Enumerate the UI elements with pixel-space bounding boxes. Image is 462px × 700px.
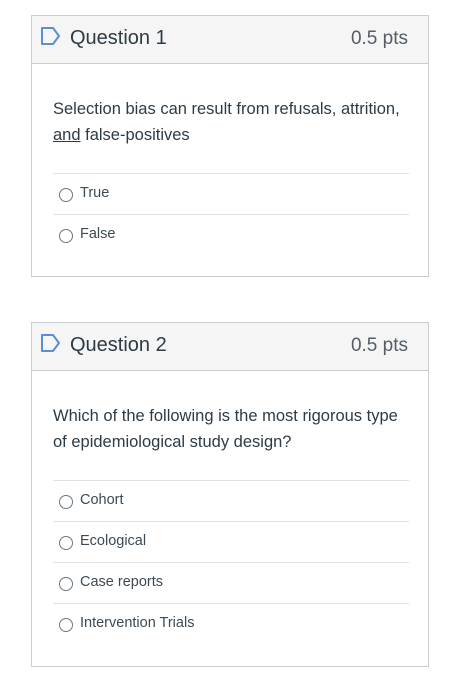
answer-list: True False xyxy=(53,173,409,255)
answer-option[interactable]: False xyxy=(53,214,409,255)
answer-label: True xyxy=(80,185,110,201)
answer-option[interactable]: Cohort xyxy=(53,480,409,521)
answer-label: False xyxy=(80,226,116,242)
question-header: Question 1 0.5 pts xyxy=(32,16,428,64)
answer-label: Cohort xyxy=(80,492,124,508)
question-2: Question 2 0.5 pts Which of the followin… xyxy=(31,322,429,667)
question-text: Selection bias can result from refusals,… xyxy=(53,100,400,144)
radio-button[interactable] xyxy=(59,495,73,509)
question-1: Question 1 0.5 pts Selection bias can re… xyxy=(31,15,429,277)
answer-label: Case reports xyxy=(80,574,164,590)
question-title: Question 2 xyxy=(70,334,167,356)
radio-button[interactable] xyxy=(59,188,73,202)
answer-list: Cohort Ecological Case reports Intervent… xyxy=(53,480,409,644)
radio-button[interactable] xyxy=(59,618,73,632)
radio-button[interactable] xyxy=(59,577,73,591)
radio-button[interactable] xyxy=(59,229,73,243)
question-points: 0.5 pts xyxy=(350,335,408,356)
bookmark-flag-icon[interactable] xyxy=(40,26,62,46)
answer-label: Intervention Trials xyxy=(80,615,195,631)
question-text: Which of the following is the most rigor… xyxy=(53,407,398,451)
answer-label: Ecological xyxy=(80,533,147,549)
radio-button[interactable] xyxy=(59,536,73,550)
question-points: 0.5 pts xyxy=(350,28,408,49)
answer-option[interactable]: True xyxy=(53,173,409,214)
question-title: Question 1 xyxy=(70,27,167,49)
bookmark-flag-icon[interactable] xyxy=(40,333,62,353)
answer-option[interactable]: Ecological xyxy=(53,521,409,562)
question-header: Question 2 0.5 pts xyxy=(32,323,428,371)
answer-option[interactable]: Case reports xyxy=(53,562,409,603)
answer-option[interactable]: Intervention Trials xyxy=(53,603,409,644)
